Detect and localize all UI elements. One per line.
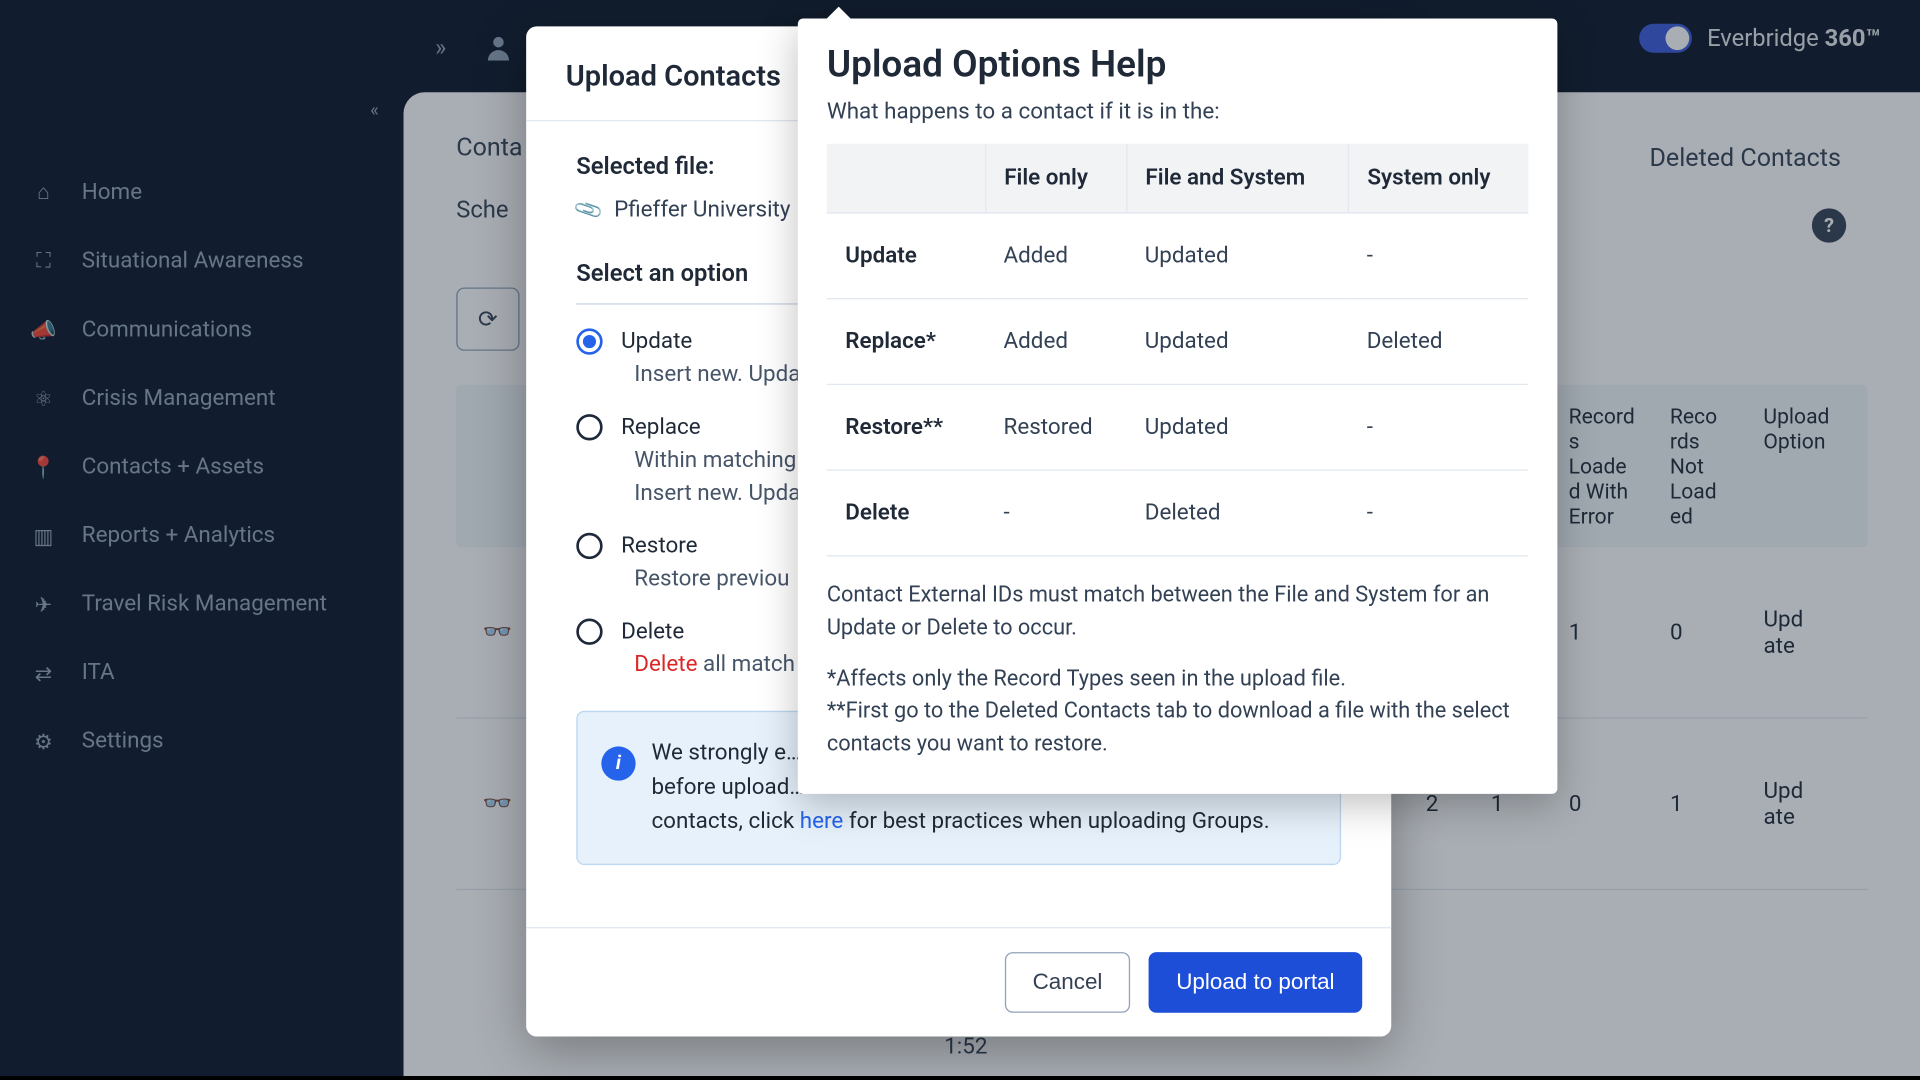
tooltip-note-asterisks: *Affects only the Record Types seen in t… [827, 664, 1529, 762]
tooltip-arrow-icon [827, 7, 851, 19]
radio-desc: Insert new. Upda [634, 358, 800, 390]
radio-desc: Restore previou [634, 563, 789, 595]
radio-icon [576, 328, 602, 354]
radio-title: Replace [621, 412, 800, 444]
radio-title: Delete [621, 616, 795, 648]
tooltip-note-ids: Contact External IDs must match between … [827, 580, 1529, 645]
table-row: Restore**RestoredUpdated- [827, 384, 1529, 470]
th-file-only: File only [985, 144, 1126, 213]
modal-footer: Cancel Upload to portal [526, 927, 1391, 1036]
table-row: UpdateAddedUpdated- [827, 213, 1529, 299]
th-blank [827, 144, 985, 213]
here-link[interactable]: here [800, 809, 844, 835]
radio-title: Restore [621, 530, 789, 562]
radio-icon [576, 414, 602, 440]
tooltip-title: Upload Options Help [827, 42, 1529, 86]
tooltip-subtitle: What happens to a contact if it is in th… [827, 99, 1529, 125]
info-icon: i [601, 746, 635, 780]
radio-desc: Within matching Insert new. Upda [634, 444, 800, 509]
table-row: Delete-Deleted- [827, 470, 1529, 556]
radio-icon [576, 619, 602, 645]
cancel-button[interactable]: Cancel [1005, 952, 1130, 1013]
th-system-only: System only [1348, 144, 1528, 213]
tooltip-table: File only File and System System only Up… [827, 144, 1529, 557]
radio-icon [576, 533, 602, 559]
upload-options-help-tooltip: Upload Options Help What happens to a co… [798, 18, 1558, 793]
paperclip-icon: 📎 [572, 193, 605, 226]
th-file-and-system: File and System [1126, 144, 1348, 213]
radio-title: Update [621, 326, 800, 358]
table-row: Replace*AddedUpdatedDeleted [827, 299, 1529, 385]
selected-file-name: Pfieffer University [614, 196, 790, 222]
radio-desc: Delete all match [634, 649, 795, 681]
upload-button[interactable]: Upload to portal [1149, 952, 1363, 1013]
